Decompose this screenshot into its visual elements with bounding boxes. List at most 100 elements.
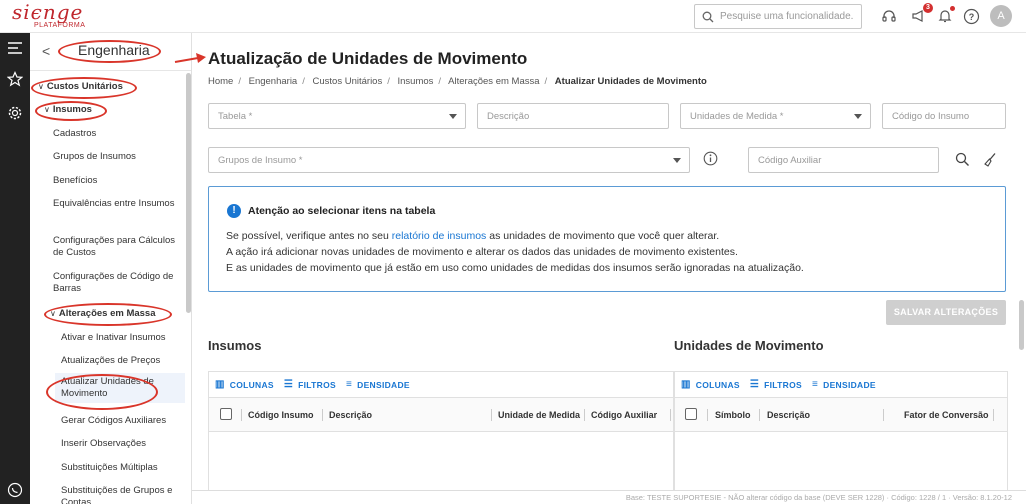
breadcrumb: Home / Engenharia / Custos Unitários / Insu… <box>208 76 707 87</box>
bell-unread-dot <box>950 6 955 11</box>
column-header-descricao[interactable]: Descrição <box>767 410 810 420</box>
breadcrumb-alteracoes[interactable]: Alterações em Massa <box>448 76 539 87</box>
tabela-select[interactable]: Tabela * <box>208 103 466 129</box>
select-all-checkbox[interactable] <box>220 408 232 420</box>
clear-broom-icon[interactable] <box>982 152 997 167</box>
sidebar-item-grupos-insumos[interactable]: Grupos de Insumos <box>53 151 183 163</box>
density-button[interactable]: ≡ DENSIDADE <box>346 379 410 390</box>
sidebar-item-equivalencias[interactable]: Equivalências entre Insumos <box>53 198 183 210</box>
sidebar-item-substituicoes-grupos[interactable]: Substituições de Grupos e Contas <box>61 485 181 504</box>
columns-button[interactable]: ▥ COLUNAS <box>681 379 740 390</box>
unidades-placeholder: Unidades de Medida * <box>690 110 784 122</box>
column-header-codigo-insumo[interactable]: Código Insumo <box>248 410 314 420</box>
alert-line-2: A ação irá adicionar novas unidades de m… <box>226 246 738 258</box>
sidebar-item-inserir-observacoes[interactable]: Inserir Observações <box>61 438 181 450</box>
column-header-descricao[interactable]: Descrição <box>329 410 372 420</box>
sienge-logo[interactable]: siєnge PLATAFORMA <box>12 2 85 30</box>
breadcrumb-home[interactable]: Home <box>208 76 233 87</box>
unidades-grid: ▥ COLUNAS ☰ FILTROS ≡ DENSIDADE Símbolo Des… <box>674 371 1008 504</box>
grupos-placeholder: Grupos de Insumo * <box>218 154 303 166</box>
sidebar-item-ativar-inativar[interactable]: Ativar e Inativar Insumos <box>61 332 181 344</box>
codigo-auxiliar-input[interactable]: Código Auxiliar <box>748 147 939 173</box>
user-avatar[interactable]: A <box>990 5 1012 27</box>
breadcrumb-engenharia[interactable]: Engenharia <box>249 76 298 87</box>
grupos-insumo-select[interactable]: Grupos de Insumo * <box>208 147 690 173</box>
codigo-insumo-input[interactable]: Código do Insumo <box>882 103 1006 129</box>
filters-button[interactable]: ☰ FILTROS <box>284 379 336 390</box>
info-icon[interactable] <box>703 151 718 166</box>
column-header-simbolo[interactable]: Símbolo <box>715 410 751 420</box>
alert-info-icon: ! <box>227 204 241 218</box>
star-favorites-icon[interactable] <box>6 70 24 88</box>
sidebar: < Engenharia ∨ Custos Unitários ∨ Insumos … <box>30 33 192 504</box>
column-divider <box>670 409 671 421</box>
sidebar-item-insumos[interactable]: ∨ Insumos <box>44 104 191 116</box>
descricao-input[interactable]: Descrição <box>477 103 669 129</box>
sidebar-item-substituicoes-multiplas[interactable]: Substituições Múltiplas <box>61 462 181 474</box>
insumos-section-title: Insumos <box>208 338 262 353</box>
sidebar-item-cadastros[interactable]: Cadastros <box>53 128 183 140</box>
codigo-auxiliar-placeholder: Código Auxiliar <box>758 154 822 166</box>
sidebar-item-beneficios[interactable]: Benefícios <box>53 175 183 187</box>
global-search-input[interactable]: Pesquise uma funcionalidade. <box>694 4 862 29</box>
menu-collapse-icon[interactable] <box>6 39 24 57</box>
columns-icon: ▥ <box>215 379 225 390</box>
column-divider <box>993 409 994 421</box>
alert-title: Atenção ao selecionar itens na tabela <box>248 205 436 217</box>
sidebar-item-gerar-codigos[interactable]: Gerar Códigos Auxiliares <box>61 415 181 427</box>
sidebar-item-atualizar-unidades[interactable]: Atualizar Unidades de Movimento <box>55 373 185 403</box>
filters-button[interactable]: ☰ FILTROS <box>750 379 802 390</box>
unidades-section-title: Unidades de Movimento <box>674 338 824 353</box>
column-header-fator-conversao[interactable]: Fator de Conversão <box>904 410 989 420</box>
breadcrumb-current: Atualizar Unidades de Movimento <box>554 76 707 87</box>
sidebar-item-alteracoes-massa[interactable]: ∨ Alterações em Massa <box>50 308 191 320</box>
sidebar-item-atualizacoes-precos[interactable]: Atualizações de Preços <box>61 355 181 367</box>
breadcrumb-custos[interactable]: Custos Unitários <box>313 76 383 87</box>
columns-button[interactable]: ▥ COLUNAS <box>215 379 274 390</box>
column-divider <box>322 409 323 421</box>
announcements-megaphone-icon[interactable]: 3 <box>910 3 933 25</box>
column-divider <box>759 409 760 421</box>
sidebar-item-config-calculos[interactable]: Configurações para Cálculos de Custos <box>53 235 183 259</box>
sidebar-item-label: Insumos <box>52 104 92 115</box>
search-icon <box>702 11 714 22</box>
unidades-grid-toolbar: ▥ COLUNAS ☰ FILTROS ≡ DENSIDADE <box>675 372 1007 397</box>
alert-line-3: E as unidades de movimento que já estão … <box>226 262 804 274</box>
alert-line-1: Se possível, verifique antes no seu rela… <box>226 230 719 242</box>
tabela-placeholder: Tabela * <box>218 110 253 122</box>
support-chat-icon[interactable] <box>6 481 24 499</box>
sidebar-scrollbar[interactable] <box>186 73 191 313</box>
settings-gear-icon[interactable] <box>6 104 24 122</box>
column-divider <box>584 409 585 421</box>
warning-alert: ! Atenção ao selecionar itens na tabela … <box>208 186 1006 292</box>
sidebar-back-button[interactable]: < <box>42 43 50 59</box>
column-header-codigo-auxiliar[interactable]: Código Auxiliar <box>591 410 657 420</box>
column-divider <box>883 409 884 421</box>
breadcrumb-insumos[interactable]: Insumos <box>398 76 434 87</box>
logo-subtitle: PLATAFORMA <box>34 22 86 29</box>
column-header-unidade-medida[interactable]: Unidade de Medida <box>498 410 580 420</box>
density-button[interactable]: ≡ DENSIDADE <box>812 379 876 390</box>
support-headset-icon[interactable] <box>880 7 898 25</box>
select-all-checkbox[interactable] <box>685 408 697 420</box>
save-changes-button[interactable]: SALVAR ALTERAÇÕES <box>886 300 1006 325</box>
unidades-medida-select[interactable]: Unidades de Medida * <box>680 103 871 129</box>
sidebar-item-config-codigo-barras[interactable]: Configurações de Código de Barras <box>53 271 183 295</box>
footer-version-text: Base: TESTE SUPORTESIE - NÃO alterar cód… <box>625 493 1012 502</box>
sidebar-item-label: Alterações em Massa <box>58 308 156 319</box>
help-icon[interactable]: ? <box>962 7 980 25</box>
bell-icon[interactable] <box>936 6 955 25</box>
svg-text:?: ? <box>968 12 974 22</box>
breadcrumb-separator: / <box>387 76 390 87</box>
relatorio-insumos-link[interactable]: relatório de insumos <box>392 230 487 242</box>
filter-icon: ☰ <box>749 379 760 390</box>
sidebar-item-custos-unitarios[interactable]: ∨ Custos Unitários <box>38 81 191 93</box>
codigo-insumo-placeholder: Código do Insumo <box>892 110 970 122</box>
sidebar-divider <box>30 70 191 71</box>
density-label: DENSIDADE <box>823 379 876 390</box>
alert-line-1-post: as unidades de movimento que você quer a… <box>486 230 720 242</box>
filter-icon: ☰ <box>283 379 294 390</box>
density-icon: ≡ <box>811 379 819 390</box>
page-scrollbar[interactable] <box>1019 300 1024 350</box>
search-icon[interactable] <box>955 152 970 167</box>
